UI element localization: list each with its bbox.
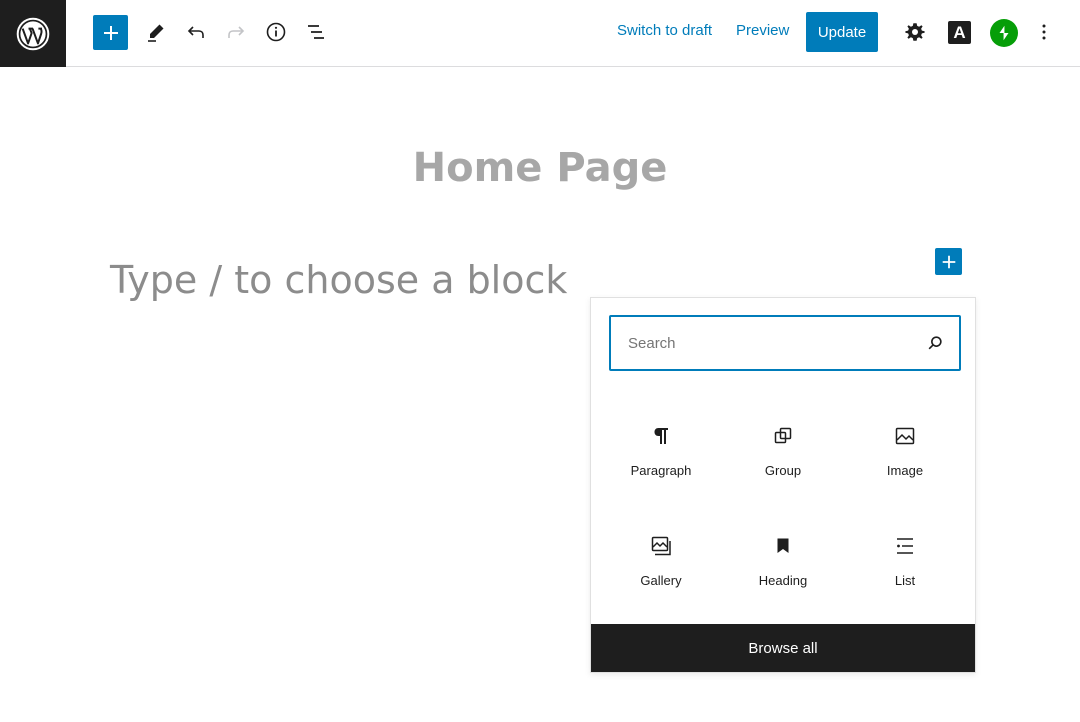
redo-button[interactable] bbox=[220, 14, 252, 50]
settings-button[interactable] bbox=[899, 14, 931, 50]
block-search-input[interactable] bbox=[628, 334, 925, 352]
wordpress-w-icon bbox=[16, 17, 50, 50]
preview-button[interactable]: Preview bbox=[736, 22, 789, 39]
add-block-button[interactable] bbox=[93, 15, 128, 50]
editor-toolbar: Switch to draft Preview Update A bbox=[0, 0, 1080, 67]
plus-icon bbox=[103, 25, 118, 40]
block-item-heading[interactable]: Heading bbox=[728, 534, 838, 614]
block-item-image[interactable]: Image bbox=[850, 424, 960, 504]
block-item-gallery[interactable]: Gallery bbox=[606, 534, 716, 614]
block-item-label: Image bbox=[886, 463, 924, 478]
vertical-ellipsis-icon bbox=[1042, 24, 1046, 40]
quick-inserter-popover: Paragraph Group Image Gallery bbox=[590, 297, 976, 673]
pencil-icon bbox=[148, 24, 164, 42]
block-item-label: Paragraph bbox=[630, 463, 692, 478]
block-item-list[interactable]: List bbox=[850, 534, 960, 614]
bookmark-icon bbox=[771, 534, 795, 558]
list-view-icon bbox=[308, 25, 324, 39]
paragraph-icon bbox=[649, 424, 673, 448]
block-inserter-toggle[interactable] bbox=[935, 248, 962, 275]
block-item-label: List bbox=[894, 573, 916, 588]
more-options-button[interactable] bbox=[1028, 14, 1060, 50]
tools-edit-button[interactable] bbox=[140, 14, 172, 50]
group-icon bbox=[771, 424, 795, 448]
jetpack-bolt-icon bbox=[999, 25, 1009, 41]
search-icon bbox=[925, 333, 945, 353]
browse-all-button[interactable]: Browse all bbox=[591, 624, 975, 672]
info-icon bbox=[266, 22, 286, 42]
list-view-button[interactable] bbox=[300, 14, 332, 50]
post-title[interactable]: Home Page bbox=[0, 145, 1080, 191]
block-item-paragraph[interactable]: Paragraph bbox=[606, 424, 716, 504]
plus-icon bbox=[942, 255, 955, 268]
default-block-appender[interactable]: Type / to choose a block bbox=[110, 258, 567, 302]
list-icon bbox=[893, 534, 917, 558]
astra-settings-icon[interactable]: A bbox=[948, 21, 971, 44]
jetpack-icon[interactable] bbox=[990, 19, 1018, 47]
details-button[interactable] bbox=[260, 14, 292, 50]
redo-icon bbox=[228, 26, 245, 38]
wordpress-logo-icon[interactable] bbox=[0, 0, 66, 67]
update-button[interactable]: Update bbox=[806, 12, 878, 52]
switch-to-draft-button[interactable]: Switch to draft bbox=[617, 22, 712, 39]
image-icon bbox=[893, 424, 917, 448]
undo-button[interactable] bbox=[180, 14, 212, 50]
gallery-icon bbox=[649, 534, 673, 558]
block-item-label: Heading bbox=[758, 573, 808, 588]
gear-icon bbox=[905, 23, 925, 41]
block-item-group[interactable]: Group bbox=[728, 424, 838, 504]
block-item-label: Group bbox=[764, 463, 802, 478]
block-item-label: Gallery bbox=[640, 573, 682, 588]
undo-icon bbox=[187, 26, 204, 38]
block-search-field[interactable] bbox=[609, 315, 961, 371]
